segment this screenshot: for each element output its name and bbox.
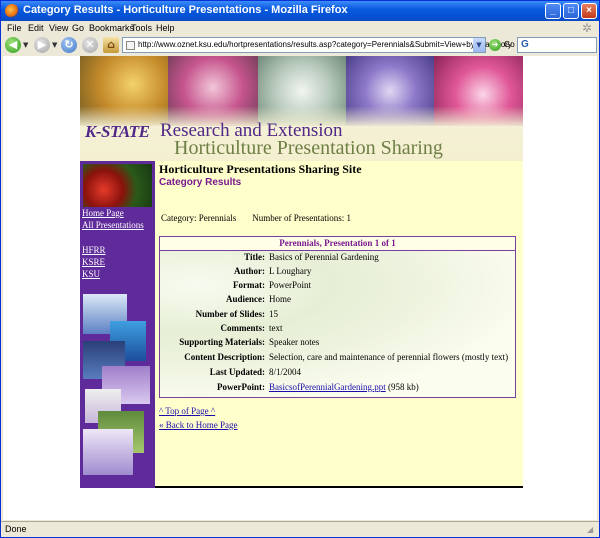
- detail-value: Basics of Perennial Gardening: [269, 252, 379, 262]
- address-url[interactable]: http://www.oznet.ksu.edu/hortpresentatio…: [138, 40, 512, 49]
- category-value: Perennials: [198, 213, 237, 223]
- reload-button[interactable]: ↻: [61, 37, 77, 53]
- sidebar-bottom: [80, 486, 155, 488]
- page-title: Category Results: [159, 177, 242, 188]
- menu-view[interactable]: View: [49, 23, 68, 33]
- detail-label: Audience:: [226, 294, 265, 304]
- menu-help[interactable]: Help: [156, 23, 175, 33]
- menu-bookmarks[interactable]: Bookmarks: [89, 23, 134, 33]
- address-bar[interactable]: http://www.oznet.ksu.edu/hortpresentatio…: [122, 37, 512, 53]
- sidebar-link-home-page[interactable]: Home Page: [82, 208, 124, 218]
- sidebar-link-ksu[interactable]: KSU: [82, 269, 100, 279]
- detail-row-supporting-materials: Supporting Materials: Speaker notes: [160, 337, 515, 351]
- forward-button[interactable]: ▶: [34, 37, 50, 53]
- detail-value: text: [269, 323, 283, 333]
- resize-grip-icon[interactable]: ◢: [587, 525, 597, 535]
- detail-label: Format:: [233, 280, 265, 290]
- detail-label: Title:: [244, 252, 265, 262]
- detail-value: BasicsofPerennialGardening.ppt (958 kb): [269, 382, 419, 392]
- detail-row-audience: Audience: Home: [160, 294, 515, 308]
- detail-label: Last Updated:: [209, 367, 265, 377]
- status-text: Done: [5, 524, 27, 534]
- site-title: Horticulture Presentations Sharing Site: [159, 162, 362, 176]
- detail-label: PowerPoint:: [217, 382, 265, 392]
- stop-icon: ✕: [85, 38, 95, 51]
- google-search-icon: G: [521, 39, 529, 50]
- site-banner: K-STATE Research and Extension Horticult…: [80, 56, 523, 161]
- detail-value: Home: [269, 294, 291, 304]
- reload-icon: ↻: [64, 38, 74, 51]
- detail-row-content-description: Content Description: Selection, care and…: [160, 352, 515, 366]
- menu-file[interactable]: File: [7, 23, 22, 33]
- kstate-logo: K-STATE: [85, 122, 150, 141]
- back-to-home-link[interactable]: « Back to Home Page: [159, 420, 237, 430]
- maximize-button[interactable]: □: [563, 3, 579, 19]
- menu-edit[interactable]: Edit: [28, 23, 44, 33]
- detail-label: Supporting Materials:: [179, 337, 265, 347]
- detail-value: PowerPoint: [269, 280, 312, 290]
- sidebar-link-all-presentations[interactable]: All Presentations: [82, 220, 144, 230]
- throbber-icon: ✲: [582, 21, 593, 35]
- slide-thumbnail: [83, 429, 133, 475]
- presentation-heading: Perennials, Presentation 1 of 1: [160, 237, 515, 251]
- address-dropdown-icon[interactable]: ▼: [473, 38, 485, 52]
- detail-label: Content Description:: [184, 352, 265, 362]
- close-button[interactable]: ×: [581, 3, 597, 19]
- detail-row-slides: Number of Slides: 15: [160, 309, 515, 323]
- left-sidebar: Home Page All Presentations HFRR KSRE KS…: [80, 161, 155, 486]
- firefox-icon: [5, 4, 19, 18]
- forward-arrow-icon: ▶: [37, 38, 47, 51]
- top-of-page-link[interactable]: ^ Top of Page ^: [159, 406, 215, 416]
- file-size: (958 kb): [387, 382, 419, 392]
- detail-row-last-updated: Last Updated: 8/1/2004: [160, 367, 515, 381]
- page-favicon-icon: [126, 41, 135, 50]
- window-title: Category Results - Horticulture Presenta…: [23, 4, 348, 16]
- presentation-details-table: Perennials, Presentation 1 of 1 Title: B…: [159, 236, 516, 398]
- detail-row-author: Author: L Loughary: [160, 266, 515, 280]
- banner-site-name: Horticulture Presentation Sharing: [174, 137, 443, 159]
- minimize-button[interactable]: _: [545, 3, 561, 19]
- detail-value: Selection, care and maintenance of peren…: [269, 352, 509, 362]
- detail-label: Number of Slides:: [195, 309, 265, 319]
- detail-row-title: Title: Basics of Perennial Gardening: [160, 252, 515, 266]
- sidebar-link-hfrr[interactable]: HFRR: [82, 245, 106, 255]
- detail-row-comments: Comments: text: [160, 323, 515, 337]
- home-icon: ⌂: [107, 38, 115, 51]
- go-label[interactable]: Go: [504, 40, 515, 49]
- detail-label: Author:: [234, 266, 265, 276]
- browser-window: Category Results - Horticulture Presenta…: [0, 0, 600, 538]
- stop-button[interactable]: ✕: [82, 37, 98, 53]
- main-content: Horticulture Presentations Sharing Site …: [159, 161, 519, 486]
- menu-go[interactable]: Go: [72, 23, 84, 33]
- title-bar: Category Results - Horticulture Presenta…: [1, 1, 599, 21]
- tomato-photo: [83, 164, 152, 207]
- menu-tools[interactable]: Tools: [131, 23, 152, 33]
- page-container: K-STATE Research and Extension Horticult…: [80, 56, 523, 486]
- detail-label: Comments:: [220, 323, 266, 333]
- back-history-dropdown-icon[interactable]: ▼: [23, 41, 28, 49]
- navigation-toolbar: ◀ ▼ ▶ ▼ ↻ ✕ ⌂ http://www.oznet.ksu.edu/h…: [1, 37, 599, 54]
- category-summary: Category: Perennials Number of Presentati…: [161, 213, 351, 223]
- presentation-count-label: Number of Presentations:: [252, 213, 345, 223]
- presentation-count-value: 1: [346, 213, 351, 223]
- detail-value: Speaker notes: [269, 337, 320, 347]
- detail-value: 15: [269, 309, 278, 319]
- page-viewport: K-STATE Research and Extension Horticult…: [3, 56, 597, 520]
- menu-bar: File Edit View Go Bookmarks Tools Help ✲: [1, 21, 599, 37]
- forward-history-dropdown-icon[interactable]: ▼: [52, 41, 57, 49]
- back-arrow-icon: ◀: [8, 38, 18, 51]
- sidebar-link-ksre[interactable]: KSRE: [82, 257, 105, 267]
- detail-row-powerpoint: PowerPoint: BasicsofPerennialGardening.p…: [160, 382, 515, 396]
- category-label: Category:: [161, 213, 197, 223]
- detail-value: L Loughary: [269, 266, 312, 276]
- go-button[interactable]: ➜: [489, 39, 501, 51]
- powerpoint-file-link[interactable]: BasicsofPerennialGardening.ppt: [269, 382, 386, 392]
- search-box[interactable]: G: [517, 37, 597, 53]
- home-button[interactable]: ⌂: [103, 37, 119, 53]
- detail-value: 8/1/2004: [269, 367, 302, 377]
- status-bar: Done ◢: [1, 521, 599, 537]
- detail-row-format: Format: PowerPoint: [160, 280, 515, 294]
- back-button[interactable]: ◀: [5, 37, 21, 53]
